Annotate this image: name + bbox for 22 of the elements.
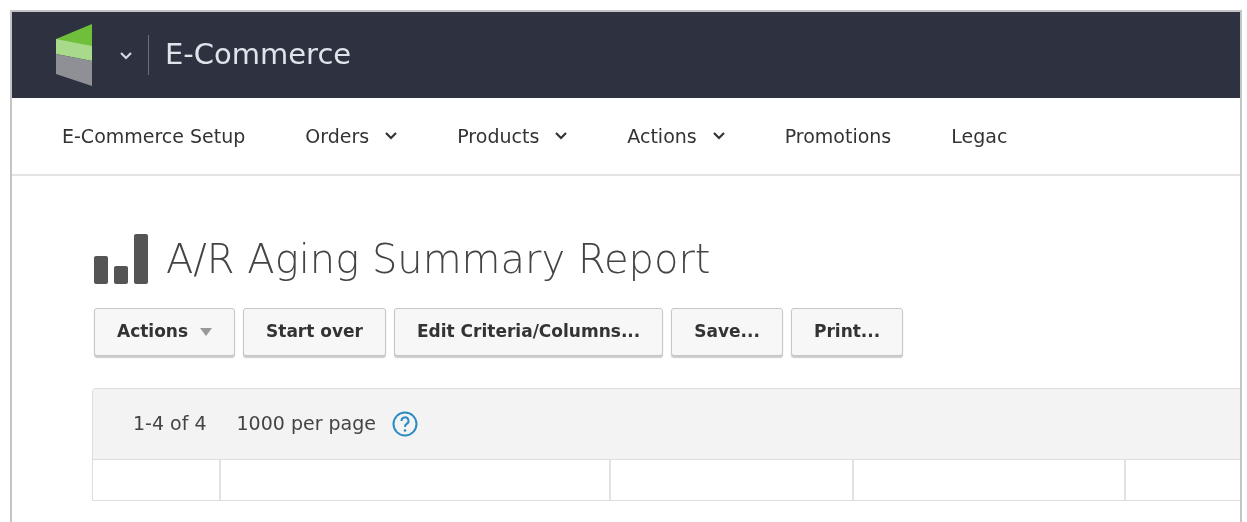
toolbar-button[interactable]: Print... <box>790 308 904 356</box>
chevron-down-icon <box>712 132 725 140</box>
nav-menu-item[interactable]: Legac <box>951 121 1008 151</box>
chevron-down-icon <box>555 132 568 140</box>
nav-menu-item[interactable]: Promotions <box>784 121 892 151</box>
switcher-chevron-icon[interactable] <box>120 51 132 60</box>
record-range: 1-4 of 4 <box>133 411 207 437</box>
nav-menu-item[interactable]: Actions <box>627 121 725 151</box>
help-icon[interactable] <box>391 410 418 437</box>
nav-menu-item[interactable]: Products <box>457 121 568 151</box>
nav-menu-item[interactable]: E-Commerce Setup <box>62 121 246 151</box>
caret-icon <box>200 328 212 336</box>
chevron-down-icon <box>385 132 398 140</box>
page-title: A/R Aging Summary Report <box>166 235 711 283</box>
toolbar-button[interactable]: Save... <box>671 308 783 356</box>
toolbar-button[interactable]: Edit Criteria/Columns... <box>393 308 664 356</box>
per-page-label: 1000 per page <box>236 411 376 437</box>
app-title: E-Commerce <box>165 36 352 74</box>
nav-menu-item[interactable]: Orders <box>305 121 398 151</box>
bar-chart-icon <box>94 234 150 284</box>
toolbar-button[interactable]: Actions <box>94 308 235 356</box>
toolbar-button[interactable]: Start over <box>243 308 386 356</box>
